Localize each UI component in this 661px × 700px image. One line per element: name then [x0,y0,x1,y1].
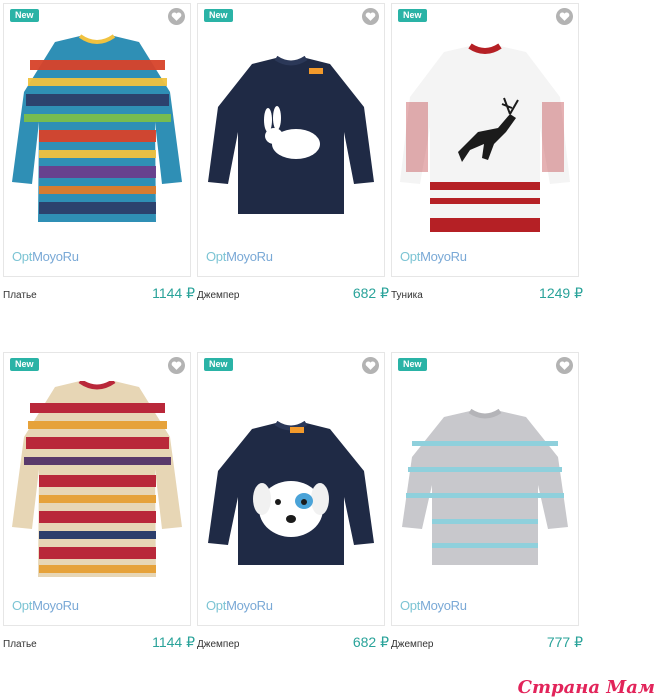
product-price: 1249 ₽ [539,285,583,301]
product-image-dress-red-fairisle[interactable] [10,381,184,586]
product-name[interactable]: Джемпер [391,639,433,650]
new-badge: New [398,9,427,22]
product-name[interactable]: Джемпер [197,290,239,301]
new-badge: New [10,358,39,371]
heart-icon[interactable] [362,8,379,25]
product-price: 682 ₽ [352,634,389,650]
product-frame[interactable]: New OptMoyoRu [3,352,191,626]
brand-logo: OptMoyoRu [12,598,79,613]
brand-logo: OptMoyoRu [206,249,273,264]
new-badge: New [398,358,427,371]
product-name[interactable]: Джемпер [197,639,239,650]
product-frame[interactable]: New OptMoyoRu [3,3,191,277]
new-badge: New [204,358,233,371]
new-badge: New [10,9,39,22]
product-name[interactable]: Платье [3,290,37,301]
product-name[interactable]: Платье [3,639,37,650]
heart-icon[interactable] [168,8,185,25]
product-frame[interactable]: New OptMoyoRu [197,352,385,626]
heart-icon[interactable] [556,8,573,25]
product-frame[interactable]: New OptMoyoRu [391,3,579,277]
product-price: 1144 ₽ [152,634,195,650]
brand-logo: OptMoyoRu [400,598,467,613]
product-image-dress-fairisle[interactable] [10,32,184,237]
product-name[interactable]: Туника [391,290,423,301]
product-frame[interactable]: New OptMoyoRu [197,3,385,277]
brand-logo: OptMoyoRu [206,598,273,613]
brand-logo: OptMoyoRu [12,249,79,264]
product-price: 682 ₽ [352,285,389,301]
product-image-jumper-puppy[interactable] [204,381,378,586]
heart-icon[interactable] [556,357,573,374]
product-frame[interactable]: New OptMoyoRu [391,352,579,626]
heart-icon[interactable] [362,357,379,374]
product-image-tunic-deer[interactable] [398,32,572,237]
new-badge: New [204,9,233,22]
product-image-jumper-grey-stripes[interactable] [398,381,572,586]
site-watermark: Страна Мам [517,677,655,698]
product-price: 1144 ₽ [152,285,195,301]
product-image-jumper-rabbit[interactable] [204,32,378,237]
brand-logo: OptMoyoRu [400,249,467,264]
product-price: 777 ₽ [546,634,583,650]
heart-icon[interactable] [168,357,185,374]
